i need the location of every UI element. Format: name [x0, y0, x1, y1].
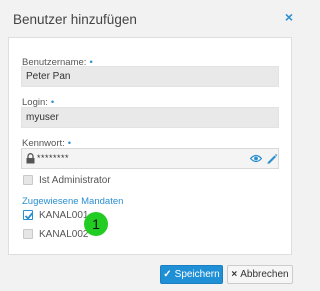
mandate-checkbox-kanal001[interactable]	[23, 210, 34, 220]
save-button-label: Speichern	[174, 269, 220, 280]
check-icon: ✓	[163, 269, 172, 280]
admin-checkbox-label: Ist Administrator	[39, 175, 111, 186]
admin-checkbox[interactable]	[23, 175, 33, 185]
password-value: ********	[37, 153, 70, 163]
username-field[interactable]: Peter Pan	[21, 66, 279, 87]
pencil-icon[interactable]	[266, 152, 277, 164]
lock-icon	[26, 153, 35, 164]
cancel-button-label: Abbrechen	[240, 269, 289, 280]
mandate-checkbox-kanal002[interactable]	[23, 229, 33, 239]
dialog-title: Benutzer hinzufügen	[13, 12, 137, 27]
annotation-badge: 1	[84, 212, 108, 236]
mandates-section-title: Zugewiesene Mandaten	[22, 196, 124, 207]
mandate-label-kanal002: KANAL002	[39, 229, 89, 240]
password-field[interactable]: ********	[21, 148, 279, 169]
check-icon	[24, 212, 34, 220]
close-icon: ×	[231, 269, 238, 280]
mandate-label-kanal001: KANAL001	[39, 210, 89, 221]
cancel-button[interactable]: × Abbrechen	[227, 265, 293, 284]
dialog-header: Benutzer hinzufügen ×	[0, 0, 300, 37]
save-button[interactable]: ✓ Speichern	[160, 265, 223, 284]
login-field[interactable]: myuser	[21, 107, 279, 128]
eye-icon[interactable]	[250, 153, 262, 164]
close-icon[interactable]: ×	[283, 10, 295, 24]
